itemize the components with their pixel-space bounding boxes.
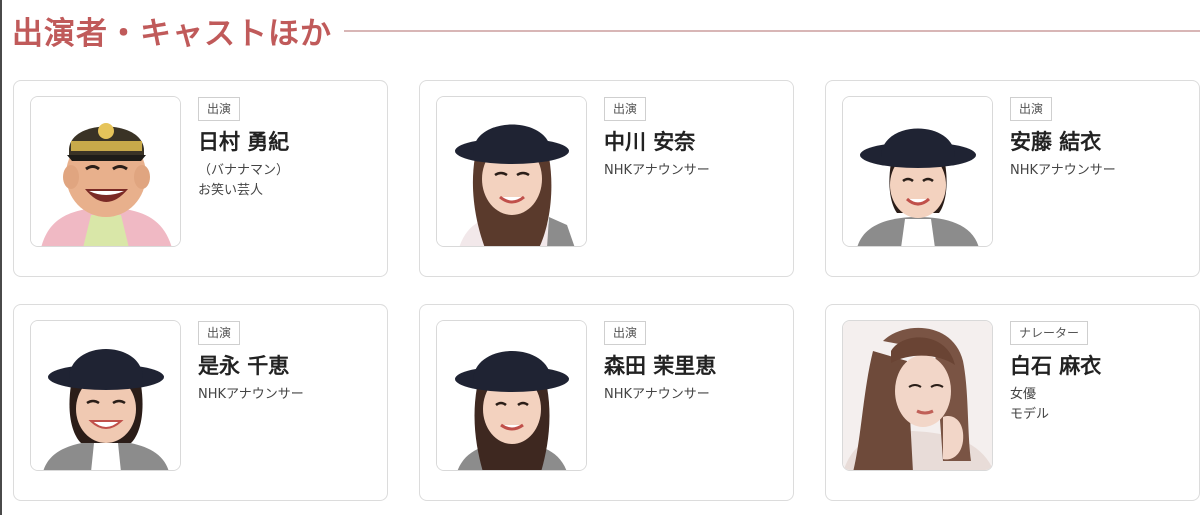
cast-name[interactable]: 是永 千恵 — [198, 353, 378, 379]
portrait-woman-hat-icon — [31, 321, 180, 470]
cast-card[interactable]: ナレーター 白石 麻衣 女優 モデル — [825, 304, 1200, 501]
cast-detail: NHKアナウンサー — [604, 387, 710, 402]
cast-photo[interactable] — [436, 96, 587, 247]
cast-detail: NHKアナウンサー — [604, 163, 710, 178]
cast-card[interactable]: 出演 日村 勇紀 （バナナマン） お笑い芸人 — [13, 80, 388, 277]
cast-section-page: 出演者・キャストほか 出演 日村 勇紀 （バナナマン） お笑い芸人 出演 中川 … — [0, 0, 1200, 515]
portrait-woman-hat-icon — [437, 97, 586, 246]
cast-photo[interactable] — [30, 320, 181, 471]
cast-info: 出演 中川 安奈 NHKアナウンサー — [604, 97, 784, 181]
role-badge: 出演 — [198, 97, 241, 121]
cast-photo[interactable] — [842, 96, 993, 247]
role-badge: 出演 — [1010, 97, 1053, 121]
role-badge: ナレーター — [1010, 321, 1089, 345]
cast-name[interactable]: 中川 安奈 — [604, 129, 784, 155]
cast-photo[interactable] — [30, 96, 181, 247]
cast-detail: 女優 モデル — [1010, 387, 1050, 422]
window-edge — [0, 0, 2, 515]
section-title: 出演者・キャストほか — [12, 15, 332, 52]
cast-info: 出演 安藤 結衣 NHKアナウンサー — [1010, 97, 1190, 181]
cast-name[interactable]: 森田 茉里恵 — [604, 353, 784, 379]
role-badge: 出演 — [604, 321, 647, 345]
cast-grid: 出演 日村 勇紀 （バナナマン） お笑い芸人 出演 中川 安奈 NHKアナウンサ… — [13, 80, 1200, 504]
cast-name[interactable]: 安藤 結衣 — [1010, 129, 1190, 155]
cast-card[interactable]: 出演 安藤 結衣 NHKアナウンサー — [825, 80, 1200, 277]
section-header: 出演者・キャストほか — [12, 6, 1200, 54]
cast-name[interactable]: 白石 麻衣 — [1010, 353, 1190, 379]
cast-photo[interactable] — [842, 320, 993, 471]
role-badge: 出演 — [198, 321, 241, 345]
portrait-comedian-cap-icon — [31, 97, 180, 246]
cast-detail: NHKアナウンサー — [198, 387, 304, 402]
cast-card[interactable]: 出演 是永 千恵 NHKアナウンサー — [13, 304, 388, 501]
portrait-woman-hat-icon — [843, 97, 992, 246]
cast-photo[interactable] — [436, 320, 587, 471]
cast-detail: （バナナマン） お笑い芸人 — [198, 163, 290, 198]
portrait-woman-hair-icon — [843, 321, 992, 470]
cast-info: 出演 日村 勇紀 （バナナマン） お笑い芸人 — [198, 97, 378, 201]
cast-name[interactable]: 日村 勇紀 — [198, 129, 378, 155]
cast-detail: NHKアナウンサー — [1010, 163, 1116, 178]
cast-info: 出演 是永 千恵 NHKアナウンサー — [198, 321, 378, 405]
role-badge: 出演 — [604, 97, 647, 121]
section-title-rule — [344, 30, 1200, 32]
cast-card[interactable]: 出演 中川 安奈 NHKアナウンサー — [419, 80, 794, 277]
cast-info: 出演 森田 茉里恵 NHKアナウンサー — [604, 321, 784, 405]
cast-info: ナレーター 白石 麻衣 女優 モデル — [1010, 321, 1190, 425]
cast-card[interactable]: 出演 森田 茉里恵 NHKアナウンサー — [419, 304, 794, 501]
portrait-woman-hat-icon — [437, 321, 586, 470]
